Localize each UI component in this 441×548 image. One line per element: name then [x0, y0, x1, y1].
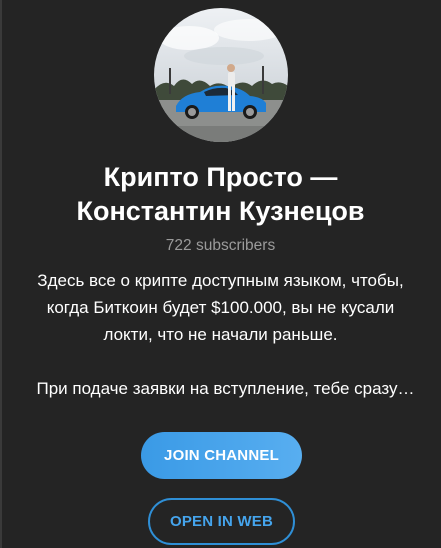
- description-line: когда Биткоин будет $100.000, вы не куса…: [46, 298, 395, 317]
- join-channel-button[interactable]: JOIN CHANNEL: [141, 432, 302, 479]
- channel-description: Здесь все о крипте доступным языком, что…: [18, 267, 423, 402]
- open-in-web-button[interactable]: OPEN IN WEB: [148, 498, 295, 545]
- avatar-photo: [154, 8, 288, 142]
- channel-avatar: [154, 8, 288, 142]
- description-gap: [18, 348, 423, 375]
- channel-title: Крипто Просто — Константин Кузнецов: [20, 160, 421, 228]
- channel-title-line-1: Крипто Просто —: [103, 162, 338, 192]
- subscriber-count: 722 subscribers: [165, 237, 276, 254]
- description-line: Здесь все о крипте доступным языком, что…: [37, 271, 404, 290]
- description-line: При подаче заявки на вступление, тебе ср…: [36, 379, 415, 398]
- description-line: локти, что не начали раньше.: [103, 325, 338, 344]
- left-edge-divider: [0, 0, 2, 548]
- channel-title-line-2: Константин Кузнецов: [76, 196, 365, 226]
